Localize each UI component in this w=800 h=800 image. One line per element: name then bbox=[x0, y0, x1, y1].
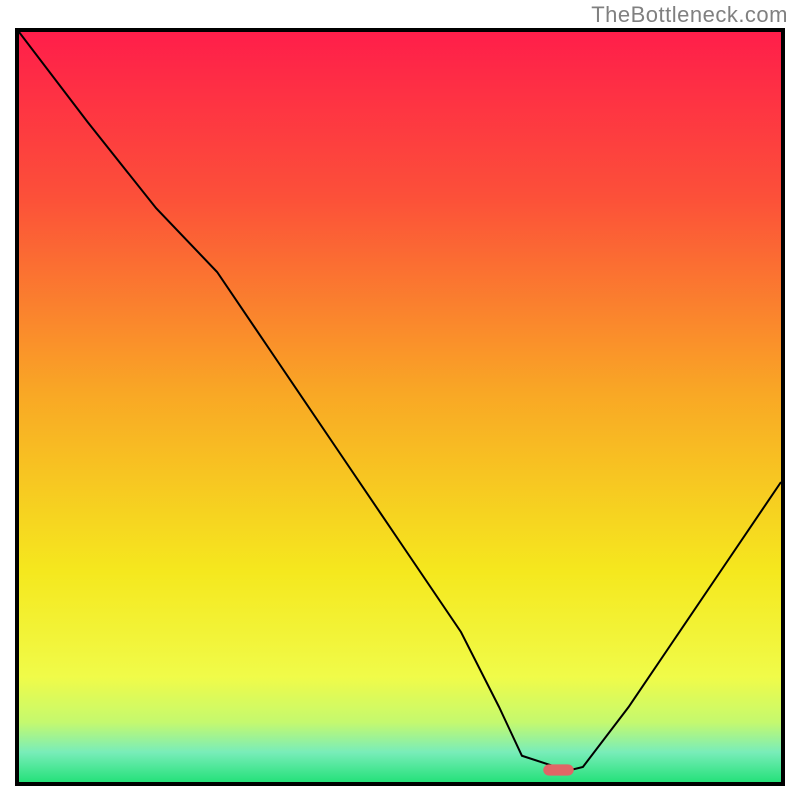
watermark-text: TheBottleneck.com bbox=[591, 2, 788, 28]
optimal-marker bbox=[543, 764, 573, 775]
chart-container bbox=[15, 28, 785, 786]
chart-svg bbox=[19, 32, 781, 782]
chart-background bbox=[19, 32, 781, 782]
